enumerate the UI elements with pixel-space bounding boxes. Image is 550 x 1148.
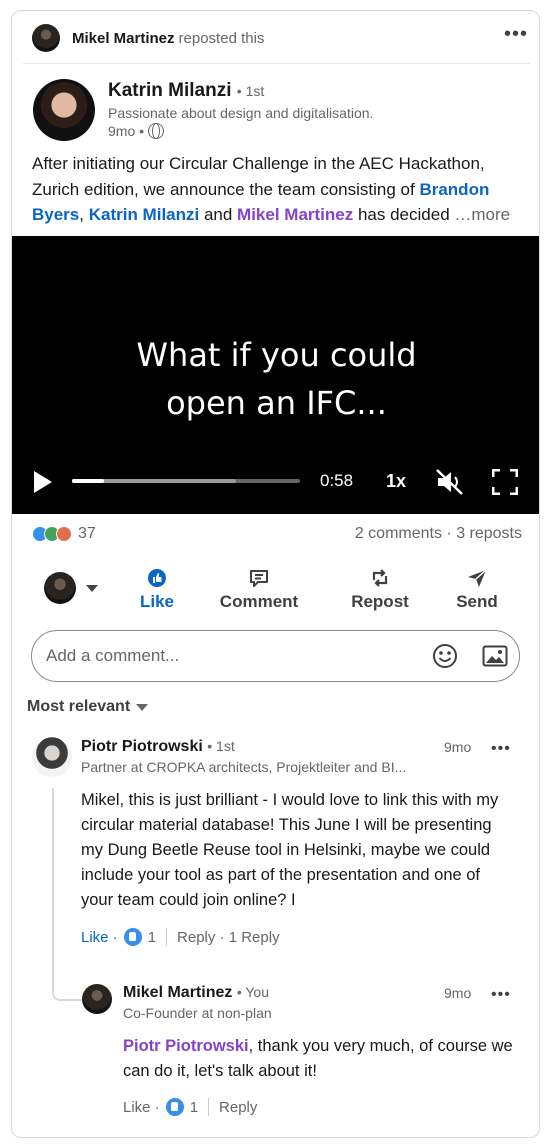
social-counts: 37 2 comments · 3 reposts: [32, 521, 522, 547]
comment-label: Comment: [219, 592, 299, 611]
like-button[interactable]: Like: [107, 566, 207, 612]
send-button[interactable]: Send: [427, 566, 527, 612]
mention-link[interactable]: Piotr Piotrowski: [123, 1037, 249, 1055]
post-actions: Like Comment Repost Send: [12, 566, 539, 616]
globe-icon: [148, 123, 165, 139]
comment-like-button[interactable]: Like ·: [81, 929, 118, 946]
fullscreen-icon[interactable]: [492, 469, 518, 495]
mute-icon[interactable]: [436, 469, 464, 495]
post-timestamp: 9mo •: [108, 123, 165, 139]
love-reaction-icon: [56, 526, 72, 542]
video-caption: What if you could open an IFC...: [12, 331, 539, 427]
chevron-down-icon: [86, 584, 98, 592]
video-time: 0:58: [320, 471, 354, 490]
reactions-summary[interactable]: [32, 526, 72, 542]
comment-time: 9mo: [444, 739, 472, 755]
image-icon[interactable]: [482, 643, 508, 669]
post-author: Katrin Milanzi • 1st Passionate about de…: [33, 79, 513, 141]
author-degree: • 1st: [236, 83, 265, 99]
video-player[interactable]: What if you could open an IFC... 0:58 1x: [12, 236, 539, 514]
caption-line: What if you could: [136, 336, 417, 374]
repost-icon: [330, 566, 430, 590]
reposter-avatar[interactable]: [32, 24, 60, 52]
reply-actions: Like · 1 Reply: [123, 1098, 257, 1116]
video-progress-bar[interactable]: [72, 479, 300, 483]
comment-button[interactable]: Comment: [209, 566, 309, 612]
post-text-part: ,: [79, 205, 89, 224]
send-icon: [427, 566, 527, 590]
comment-input[interactable]: [46, 643, 416, 669]
reply-avatar[interactable]: [82, 984, 112, 1014]
header-divider: [23, 63, 530, 64]
post-time: 9mo •: [108, 123, 145, 139]
comment-icon: [209, 566, 309, 590]
reply-body: Piotr Piotrowski, thank you very much, o…: [123, 1034, 518, 1084]
author-avatar[interactable]: [33, 79, 95, 141]
sort-dropdown[interactable]: Most relevant: [27, 698, 149, 716]
post-menu-icon[interactable]: •••: [504, 24, 528, 44]
post-text: After initiating our Circular Challenge …: [32, 151, 527, 228]
actor-switcher[interactable]: [44, 572, 98, 604]
caret-down-icon: [136, 703, 149, 711]
comment-reply-button[interactable]: Reply · 1 Reply: [177, 929, 280, 946]
mention-link[interactable]: Mikel Martinez: [237, 205, 353, 224]
author-name[interactable]: Katrin Milanzi: [108, 80, 232, 101]
comment-composer[interactable]: [31, 630, 520, 682]
sort-label: Most relevant: [27, 698, 131, 715]
post-text-part: and: [199, 205, 238, 224]
repost-button[interactable]: Repost: [330, 566, 430, 612]
see-more-link[interactable]: …more: [454, 205, 510, 224]
post-text-part: has decided: [353, 205, 455, 224]
send-label: Send: [456, 592, 498, 611]
reaction-count[interactable]: 37: [78, 525, 96, 543]
reply-headline: Co-Founder at non-plan: [123, 1005, 272, 1021]
reply-author-name[interactable]: Mikel Martinez: [123, 984, 232, 1001]
like-reaction-icon: [165, 1098, 184, 1116]
post-text-part: After initiating our Circular Challenge …: [32, 154, 485, 199]
divider: [166, 928, 168, 946]
repost-label: Repost: [351, 592, 409, 611]
caption-line: open an IFC...: [166, 384, 387, 422]
author-name-line[interactable]: Katrin Milanzi • 1st: [108, 80, 264, 102]
reposter-name[interactable]: Mikel Martinez: [72, 30, 175, 47]
comment-actions: Like · 1 Reply · 1 Reply: [81, 928, 280, 946]
repost-label: reposted this: [178, 29, 265, 47]
commenter-name[interactable]: Piotr Piotrowski: [81, 738, 203, 755]
emoji-icon[interactable]: [432, 643, 458, 669]
repost-header: Mikel Martinez reposted this •••: [32, 23, 527, 53]
thumbs-up-icon: [107, 566, 207, 590]
mention-link[interactable]: Katrin Milanzi: [89, 205, 200, 224]
reply-like-button[interactable]: Like ·: [123, 1099, 160, 1116]
reply-time: 9mo: [444, 985, 472, 1001]
reply-reply-button[interactable]: Reply: [219, 1099, 257, 1116]
like-reaction-icon: [123, 928, 142, 946]
comments-reposts-count[interactable]: 2 comments · 3 reposts: [355, 525, 522, 543]
reply-like-count[interactable]: 1: [190, 1099, 198, 1116]
reply-name-line[interactable]: Mikel Martinez • You: [123, 984, 269, 1002]
video-played: [72, 479, 104, 483]
actor-avatar: [44, 572, 76, 604]
commenter-avatar[interactable]: [32, 737, 72, 777]
comment-like-count[interactable]: 1: [148, 929, 156, 946]
reply-thread-line: [52, 788, 82, 1001]
play-icon[interactable]: [34, 471, 52, 493]
reply-menu-icon[interactable]: •••: [491, 987, 511, 1003]
commenter-name-line[interactable]: Piotr Piotrowski • 1st: [81, 738, 235, 756]
commenter-degree: • 1st: [207, 738, 235, 754]
comment-body: Mikel, this is just brilliant - I would …: [81, 791, 499, 909]
feed-post-card: Mikel Martinez reposted this ••• Katrin …: [11, 10, 540, 1138]
author-headline: Passionate about design and digitalisati…: [108, 105, 374, 121]
comment-menu-icon[interactable]: •••: [491, 741, 511, 757]
commenter-headline: Partner at CROPKA architects, Projektlei…: [81, 759, 407, 775]
playback-speed-button[interactable]: 1x: [386, 471, 406, 492]
divider: [208, 1098, 210, 1116]
reply-degree: • You: [236, 984, 269, 1000]
like-label: Like: [139, 592, 175, 611]
